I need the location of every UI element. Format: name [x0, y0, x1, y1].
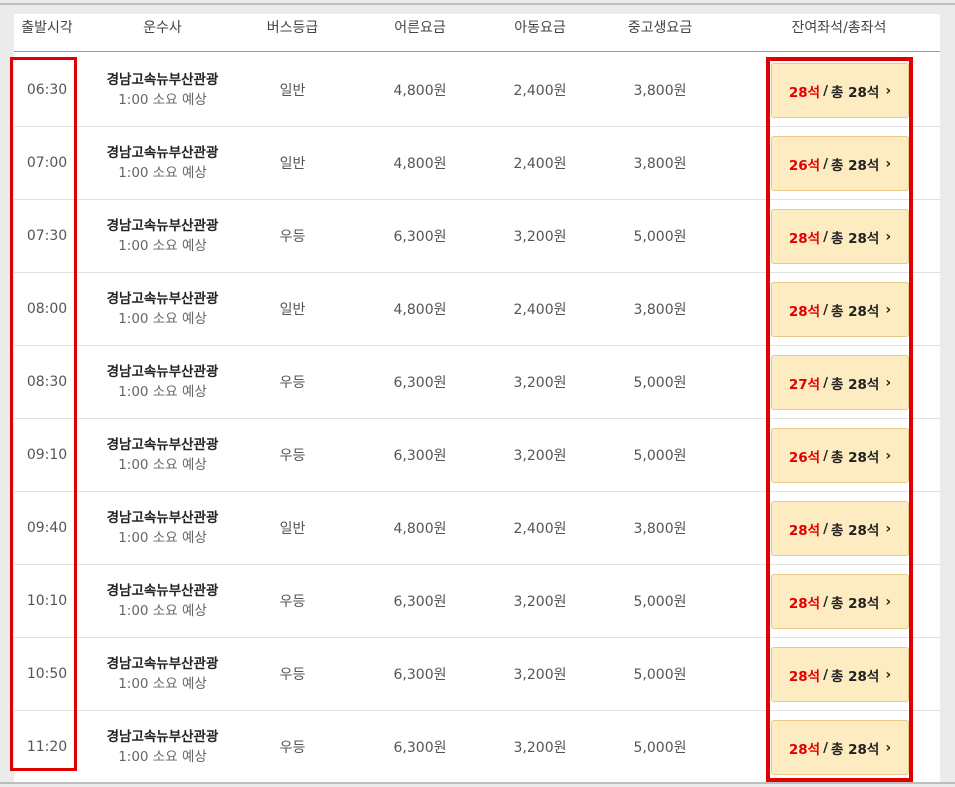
student-fare: 5,000원	[633, 667, 687, 683]
child-fare: 3,200원	[513, 594, 567, 610]
child-fare: 2,400원	[513, 156, 567, 172]
company-name: 경남고속뉴부산관광	[106, 145, 219, 161]
company-name: 경남고속뉴부산관광	[106, 218, 219, 234]
company-name: 경남고속뉴부산관광	[106, 656, 219, 672]
child-fare: 3,200원	[513, 740, 567, 756]
seats-highlight-box	[766, 57, 913, 782]
duration-text: 1:00 소요 예상	[118, 530, 207, 546]
company-name: 경남고속뉴부산관광	[106, 437, 219, 453]
company-cell: 경남고속뉴부산관광 1:00 소요 예상	[80, 273, 245, 345]
header-child-fare: 아동요금	[514, 20, 566, 36]
duration-text: 1:00 소요 예상	[118, 165, 207, 181]
adult-fare: 6,300원	[393, 229, 447, 245]
adult-fare: 4,800원	[393, 156, 447, 172]
student-fare: 5,000원	[633, 740, 687, 756]
departure-highlight-box	[10, 57, 77, 771]
bus-grade: 우등	[279, 375, 306, 391]
duration-text: 1:00 소요 예상	[118, 603, 207, 619]
bus-grade: 우등	[279, 594, 306, 610]
bus-grade: 일반	[279, 521, 306, 537]
company-cell: 경남고속뉴부산관광 1:00 소요 예상	[80, 54, 245, 126]
bus-grade: 우등	[279, 667, 306, 683]
student-fare: 5,000원	[633, 375, 687, 391]
company-cell: 경남고속뉴부산관광 1:00 소요 예상	[80, 565, 245, 637]
adult-fare: 4,800원	[393, 302, 447, 318]
student-fare: 5,000원	[633, 448, 687, 464]
adult-fare: 6,300원	[393, 594, 447, 610]
student-fare: 5,000원	[633, 229, 687, 245]
company-cell: 경남고속뉴부산관광 1:00 소요 예상	[80, 419, 245, 491]
child-fare: 3,200원	[513, 667, 567, 683]
bus-grade: 우등	[279, 229, 306, 245]
duration-text: 1:00 소요 예상	[118, 311, 207, 327]
company-cell: 경남고속뉴부산관광 1:00 소요 예상	[80, 346, 245, 418]
child-fare: 2,400원	[513, 302, 567, 318]
duration-text: 1:00 소요 예상	[118, 92, 207, 108]
bus-grade: 일반	[279, 156, 306, 172]
bus-grade: 우등	[279, 740, 306, 756]
duration-text: 1:00 소요 예상	[118, 384, 207, 400]
adult-fare: 6,300원	[393, 667, 447, 683]
company-name: 경남고속뉴부산관광	[106, 583, 219, 599]
bus-grade: 일반	[279, 302, 306, 318]
adult-fare: 6,300원	[393, 448, 447, 464]
table-header: 출발시각 운수사 버스등급 어른요금 아동요금 중고생요금 잔여좌석/총좌석	[14, 14, 940, 52]
header-seats: 잔여좌석/총좌석	[791, 20, 887, 36]
duration-text: 1:00 소요 예상	[118, 676, 207, 692]
company-name: 경남고속뉴부산관광	[106, 364, 219, 380]
company-cell: 경남고속뉴부산관광 1:00 소요 예상	[80, 127, 245, 199]
child-fare: 2,400원	[513, 83, 567, 99]
header-student-fare: 중고생요금	[627, 20, 693, 36]
adult-fare: 6,300원	[393, 740, 447, 756]
duration-text: 1:00 소요 예상	[118, 749, 207, 765]
company-name: 경남고속뉴부산관광	[106, 729, 219, 745]
child-fare: 2,400원	[513, 521, 567, 537]
adult-fare: 4,800원	[393, 83, 447, 99]
bus-grade: 우등	[279, 448, 306, 464]
company-cell: 경남고속뉴부산관광 1:00 소요 예상	[80, 200, 245, 272]
student-fare: 3,800원	[633, 83, 687, 99]
company-cell: 경남고속뉴부산관광 1:00 소요 예상	[80, 711, 245, 783]
student-fare: 5,000원	[633, 594, 687, 610]
top-divider	[0, 3, 955, 5]
header-company: 운수사	[143, 20, 182, 36]
student-fare: 3,800원	[633, 156, 687, 172]
header-departure: 출발시각	[21, 20, 73, 36]
header-grade: 버스등급	[266, 20, 319, 36]
child-fare: 3,200원	[513, 375, 567, 391]
student-fare: 3,800원	[633, 302, 687, 318]
company-name: 경남고속뉴부산관광	[106, 291, 219, 307]
child-fare: 3,200원	[513, 229, 567, 245]
header-adult-fare: 어른요금	[394, 20, 446, 36]
bus-grade: 일반	[279, 83, 306, 99]
adult-fare: 4,800원	[393, 521, 447, 537]
duration-text: 1:00 소요 예상	[118, 238, 207, 254]
company-name: 경남고속뉴부산관광	[106, 72, 219, 88]
company-cell: 경남고속뉴부산관광 1:00 소요 예상	[80, 638, 245, 710]
bottom-divider	[0, 782, 955, 784]
company-cell: 경남고속뉴부산관광 1:00 소요 예상	[80, 492, 245, 564]
company-name: 경남고속뉴부산관광	[106, 510, 219, 526]
child-fare: 3,200원	[513, 448, 567, 464]
duration-text: 1:00 소요 예상	[118, 457, 207, 473]
student-fare: 3,800원	[633, 521, 687, 537]
adult-fare: 6,300원	[393, 375, 447, 391]
